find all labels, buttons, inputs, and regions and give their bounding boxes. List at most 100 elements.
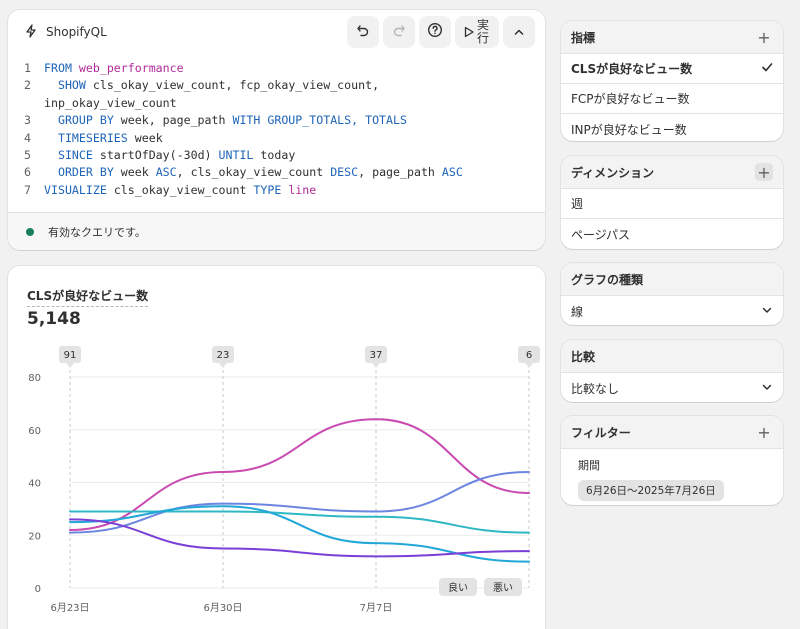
filters-header-label: フィルター — [571, 425, 631, 440]
code-line: 2 SHOW cls_okay_view_count, fcp_okay_vie… — [24, 77, 545, 94]
dimension-item-week[interactable]: 週 — [561, 189, 783, 219]
compare-select[interactable]: 比較なし — [561, 373, 783, 402]
code-line: inp_okay_view_count — [24, 95, 545, 112]
editor-title: ShopifyQL — [24, 23, 347, 41]
y-tick-label: 40 — [28, 479, 41, 490]
line-number: 1 — [24, 61, 31, 75]
editor-title-label: ShopifyQL — [46, 25, 107, 39]
code-token: ASC — [441, 165, 463, 180]
code-token: DESC — [330, 165, 359, 180]
add-filter-plus-icon[interactable]: + — [755, 423, 773, 442]
checkmark-icon — [761, 61, 773, 76]
legend-hint-label: 悪い — [493, 582, 513, 594]
dimension-item-page-path[interactable]: ページパス — [561, 219, 783, 249]
add-dimension-plus-icon[interactable]: + — [755, 163, 773, 182]
code-token: ASC — [155, 165, 177, 180]
line-number: 5 — [24, 148, 31, 163]
week-marker-pointer — [372, 363, 380, 368]
x-tick-label: 7月7日 — [360, 602, 393, 614]
code-token: cls_okay_view_count — [113, 182, 254, 197]
week-marker-label: 37 — [370, 350, 383, 361]
week-marker-label: 91 — [64, 350, 77, 361]
code-line: 3 GROUP BY week, page_path WITH GROUP_TO… — [24, 112, 545, 129]
code-token: , page_path — [358, 165, 442, 180]
compare-header-label: 比較 — [571, 349, 596, 364]
week-marker-label: 6 — [526, 350, 532, 361]
code-token: web_performance — [78, 61, 184, 75]
dimension-item-label: ページパス — [571, 227, 631, 242]
metric-item-inp[interactable]: INPが良好なビュー数 — [561, 114, 783, 141]
code-text: SHOW cls_okay_view_count, fcp_okay_view_… — [44, 77, 379, 94]
editor-header: ShopifyQL 実行 — [8, 10, 545, 54]
help-button[interactable] — [419, 16, 451, 48]
code-line: 7 VISUALIZE cls_okay_view_count TYPE line — [24, 182, 545, 199]
metric-item-label: CLSが良好なビュー数 — [571, 62, 693, 76]
query-status-text: 有効なクエリです。 — [48, 225, 146, 239]
code-token: line — [288, 182, 317, 197]
chart-type-header-label: グラフの種類 — [571, 272, 644, 287]
filters-header: フィルター + — [561, 416, 783, 449]
redo-icon — [392, 23, 406, 42]
query-status-bar: 有効なクエリです。 — [8, 212, 545, 250]
code-line: 1 FROM web_performance — [24, 60, 545, 77]
dimension-item-label: 週 — [571, 197, 584, 211]
code-token: GROUP BY — [44, 113, 121, 128]
code-area[interactable]: 1 FROM web_performance 2 SHOW cls_okay_vie… — [8, 54, 545, 199]
collapse-button[interactable] — [503, 16, 535, 48]
code-text: FROM web_performance — [44, 60, 184, 77]
chart-type-panel: グラフの種類 線 — [561, 263, 783, 325]
series-line — [69, 470, 530, 534]
metric-item-label: FCPが良好なビュー数 — [571, 92, 690, 106]
code-text: TIMESERIES week — [44, 130, 163, 147]
metrics-header-label: 指標 — [571, 30, 596, 45]
code-token: VISUALIZE — [44, 182, 114, 197]
metrics-panel: 指標 + CLSが良好なビュー数 FCPが良好なビュー数 INPが良好なビュー数 — [561, 21, 783, 141]
code-text: inp_okay_view_count — [44, 95, 177, 112]
code-token: , cls_okay_view_count — [176, 165, 331, 180]
x-tick-label: 6月23日 — [50, 602, 89, 614]
metric-item-fcp[interactable]: FCPが良好なビュー数 — [561, 84, 783, 114]
add-metric-plus-icon[interactable]: + — [755, 28, 773, 47]
y-tick-label: 80 — [28, 373, 41, 384]
period-filter-chip[interactable]: 6月26日〜2025年7月26日 — [578, 480, 724, 501]
week-marker-pointer — [219, 363, 227, 368]
chevron-up-icon — [513, 23, 525, 42]
status-dot-icon — [26, 227, 34, 236]
code-token: today — [260, 148, 296, 163]
code-text: VISUALIZE cls_okay_view_count TYPE line — [44, 182, 316, 199]
line-number: 3 — [24, 113, 31, 128]
line-number: 2 — [24, 78, 31, 93]
play-icon — [463, 23, 475, 42]
undo-icon — [356, 23, 370, 42]
compare-panel: 比較 比較なし — [561, 340, 783, 402]
chart-type-select[interactable]: 線 — [561, 296, 783, 325]
line-number: 7 — [24, 182, 31, 197]
code-token: week, page_path — [120, 113, 233, 128]
run-button-label: 実行 — [477, 18, 490, 45]
line-number — [24, 95, 44, 112]
line-number: 4 — [24, 130, 31, 145]
y-tick-label: 60 — [28, 426, 41, 437]
metric-item-cls[interactable]: CLSが良好なビュー数 — [561, 54, 783, 84]
compare-header: 比較 — [561, 340, 783, 373]
query-editor-card: ShopifyQL 実行 1 FROM web_performance 2 SH… — [8, 10, 545, 250]
code-text: GROUP BY week, page_path WITH GROUP_TOTA… — [44, 112, 407, 129]
dimensions-header: ディメンション + — [561, 156, 783, 189]
code-token: cls_okay_view_count, fcp_okay_view_count… — [92, 78, 380, 93]
code-token: week — [134, 130, 163, 145]
metrics-header: 指標 + — [561, 21, 783, 54]
redo-button[interactable] — [383, 16, 415, 48]
filters-panel: フィルター + 期間 6月26日〜2025年7月26日 — [561, 416, 783, 505]
editor-toolbar: 実行 — [347, 16, 535, 48]
y-tick-label: 20 — [28, 531, 41, 542]
code-token: inp_okay_view_count — [44, 95, 177, 110]
period-label: 期間 — [578, 459, 600, 472]
undo-button[interactable] — [347, 16, 379, 48]
compare-value: 比較なし — [571, 381, 620, 396]
line-number: 6 — [24, 165, 31, 180]
code-token: SHOW — [44, 78, 93, 93]
code-line: 5 SINCE startOfDay(-30d) UNTIL today — [24, 147, 545, 164]
run-button[interactable]: 実行 — [455, 16, 499, 48]
help-icon — [427, 22, 443, 42]
chart-card: CLSが良好なビュー数 5,148 0 20 40 60 80 91 23 37 6 6月23日 6… — [8, 266, 545, 629]
